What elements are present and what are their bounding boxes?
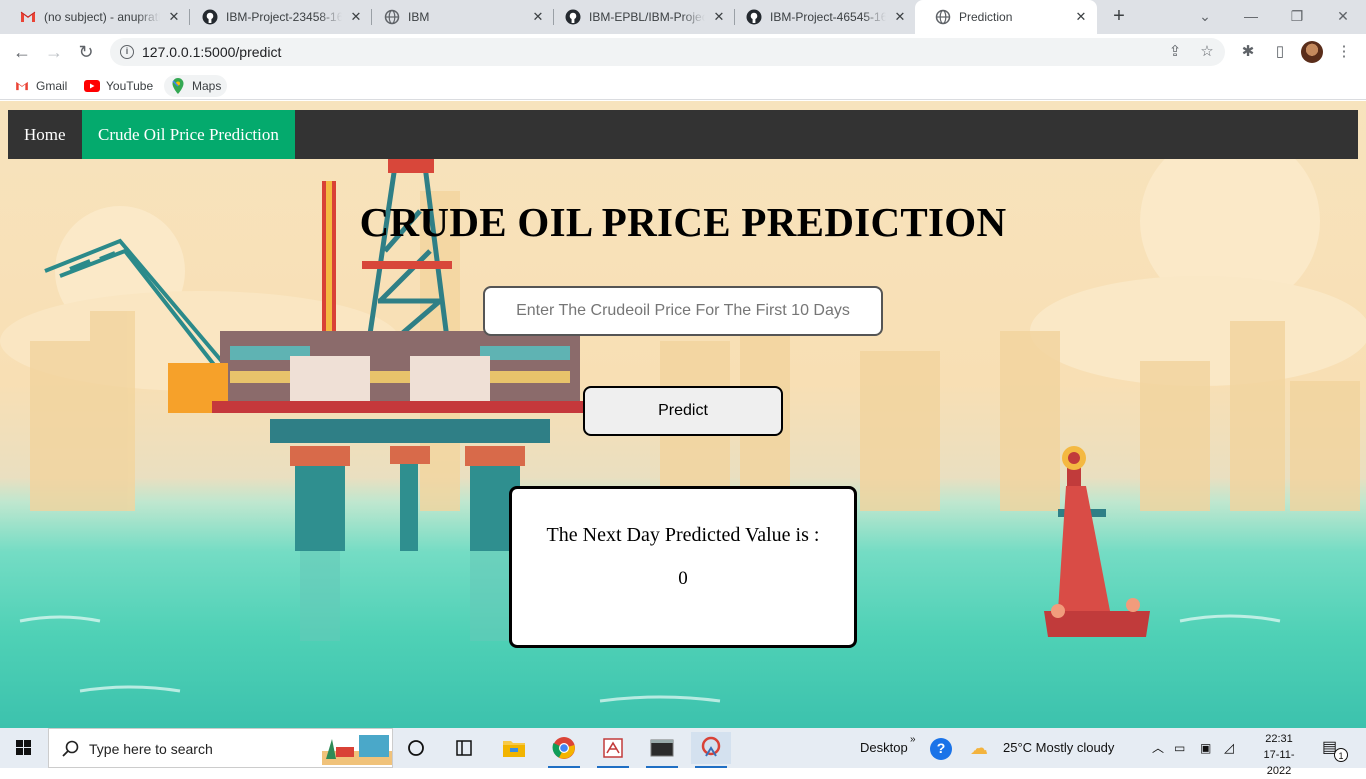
tab-github-1[interactable]: IBM-Project-23458-16 ✕ <box>182 0 372 34</box>
close-window-button[interactable]: ✕ <box>1320 0 1366 34</box>
browser-toolbar: ← → ↻ i 127.0.0.1:5000/predict ⇪ ☆ ✱ ▯ ⋮ <box>0 34 1366 70</box>
show-hidden-icons[interactable]: ︿ <box>1152 728 1164 768</box>
restore-button[interactable]: ❐ <box>1274 0 1320 34</box>
result-panel: The Next Day Predicted Value is : 0 <box>509 486 857 648</box>
help-icon[interactable]: ? <box>930 738 952 760</box>
task-view-icon[interactable] <box>396 732 436 764</box>
tab-gmail[interactable]: (no subject) - anupratl ✕ <box>0 0 190 34</box>
gmail-icon <box>14 78 30 94</box>
desktop-toolbar-label[interactable]: Desktop <box>860 728 908 768</box>
notification-icon[interactable]: ▤ <box>1322 728 1337 768</box>
browser-tab-strip: (no subject) - anupratl ✕ IBM-Project-23… <box>0 0 1366 34</box>
git-app-icon[interactable] <box>593 732 633 768</box>
youtube-icon <box>84 78 100 94</box>
bookmark-gmail[interactable]: Gmail <box>8 75 73 97</box>
search-icon <box>62 740 79 757</box>
clock-date: 17-11-2022 <box>1263 749 1295 777</box>
tab-ibm[interactable]: IBM ✕ <box>364 0 554 34</box>
share-icon[interactable]: ⇪ <box>1166 43 1184 61</box>
network-icon[interactable]: ◿ <box>1224 728 1234 768</box>
predict-button[interactable]: Predict <box>583 386 783 436</box>
url-text[interactable]: 127.0.0.1:5000/predict <box>142 44 281 60</box>
search-highlight-icon <box>322 735 392 765</box>
taskbar-search-box[interactable]: Type here to search <box>48 728 393 768</box>
result-label: The Next Day Predicted Value is : <box>546 524 820 546</box>
github-icon <box>746 9 762 25</box>
python-app-icon[interactable] <box>691 732 731 768</box>
close-icon[interactable]: ✕ <box>530 9 546 25</box>
notification-count-badge: 1 <box>1334 748 1348 762</box>
nav-prediction-link[interactable]: Crude Oil Price Prediction <box>82 110 295 159</box>
search-placeholder: Type here to search <box>89 741 213 757</box>
close-icon[interactable]: ✕ <box>348 9 364 25</box>
bookmark-maps[interactable]: Maps <box>164 75 228 97</box>
globe-icon <box>935 9 951 25</box>
start-button[interactable] <box>0 728 48 768</box>
toolbar-overflow-icon[interactable]: » <box>910 720 916 760</box>
windows-icon <box>16 740 31 755</box>
bookmark-youtube[interactable]: YouTube <box>78 75 159 97</box>
file-explorer-icon[interactable] <box>494 732 534 764</box>
crude-price-input[interactable] <box>483 286 883 336</box>
site-navbar: Home Crude Oil Price Prediction <box>8 110 1358 159</box>
site-info-icon[interactable]: i <box>120 45 134 59</box>
menu-icon[interactable]: ⋮ <box>1334 42 1354 62</box>
close-icon[interactable]: ✕ <box>1073 9 1089 25</box>
chrome-icon[interactable] <box>544 732 584 768</box>
new-tab-button[interactable]: + <box>1108 5 1130 27</box>
close-icon[interactable]: ✕ <box>892 9 908 25</box>
page-viewport: Home Crude Oil Price Prediction CRUDE OI… <box>0 101 1366 728</box>
nav-home-link[interactable]: Home <box>8 110 82 159</box>
bookmarks-bar: Gmail YouTube Maps <box>0 70 1366 100</box>
minimize-button[interactable]: — <box>1228 0 1274 34</box>
forward-icon[interactable]: → <box>40 38 68 66</box>
bookmark-star-icon[interactable]: ☆ <box>1198 43 1216 61</box>
clock-time: 22:31 <box>1265 733 1293 745</box>
github-icon <box>565 9 581 25</box>
tab-github-3[interactable]: IBM-Project-46545-16 ✕ <box>726 0 916 34</box>
meet-now-icon[interactable]: ▣ <box>1200 728 1211 768</box>
result-value: 0 <box>678 568 688 589</box>
address-bar[interactable]: i 127.0.0.1:5000/predict ⇪ ☆ <box>110 38 1225 66</box>
widgets-icon[interactable] <box>444 732 484 764</box>
gmail-icon <box>20 9 36 25</box>
globe-icon <box>384 9 400 25</box>
profile-avatar[interactable] <box>1301 41 1323 63</box>
maps-icon <box>170 78 186 94</box>
close-icon[interactable]: ✕ <box>711 9 727 25</box>
weather-cloud-icon[interactable]: ☁ <box>970 728 988 768</box>
close-icon[interactable]: ✕ <box>166 9 182 25</box>
reload-icon[interactable]: ↻ <box>72 38 100 66</box>
terminal-icon[interactable] <box>642 732 682 768</box>
extensions-icon[interactable]: ✱ <box>1238 42 1258 62</box>
windows-taskbar: Type here to search Desktop » ? ☁ 25°C M… <box>0 728 1366 777</box>
side-panel-icon[interactable]: ▯ <box>1270 42 1290 62</box>
tab-github-2[interactable]: IBM-EPBL/IBM-Project ✕ <box>545 0 735 34</box>
tab-search-icon[interactable]: ⌄ <box>1182 0 1228 34</box>
tab-prediction[interactable]: Prediction ✕ <box>915 0 1097 34</box>
weather-text[interactable]: 25°C Mostly cloudy <box>1003 728 1114 768</box>
back-icon[interactable]: ← <box>8 38 36 66</box>
page-title: CRUDE OIL PRICE PREDICTION <box>359 199 1007 245</box>
battery-icon[interactable]: ▭ <box>1174 728 1185 768</box>
system-clock[interactable]: 22:31 17-11-2022 <box>1252 731 1306 779</box>
github-icon <box>202 9 218 25</box>
